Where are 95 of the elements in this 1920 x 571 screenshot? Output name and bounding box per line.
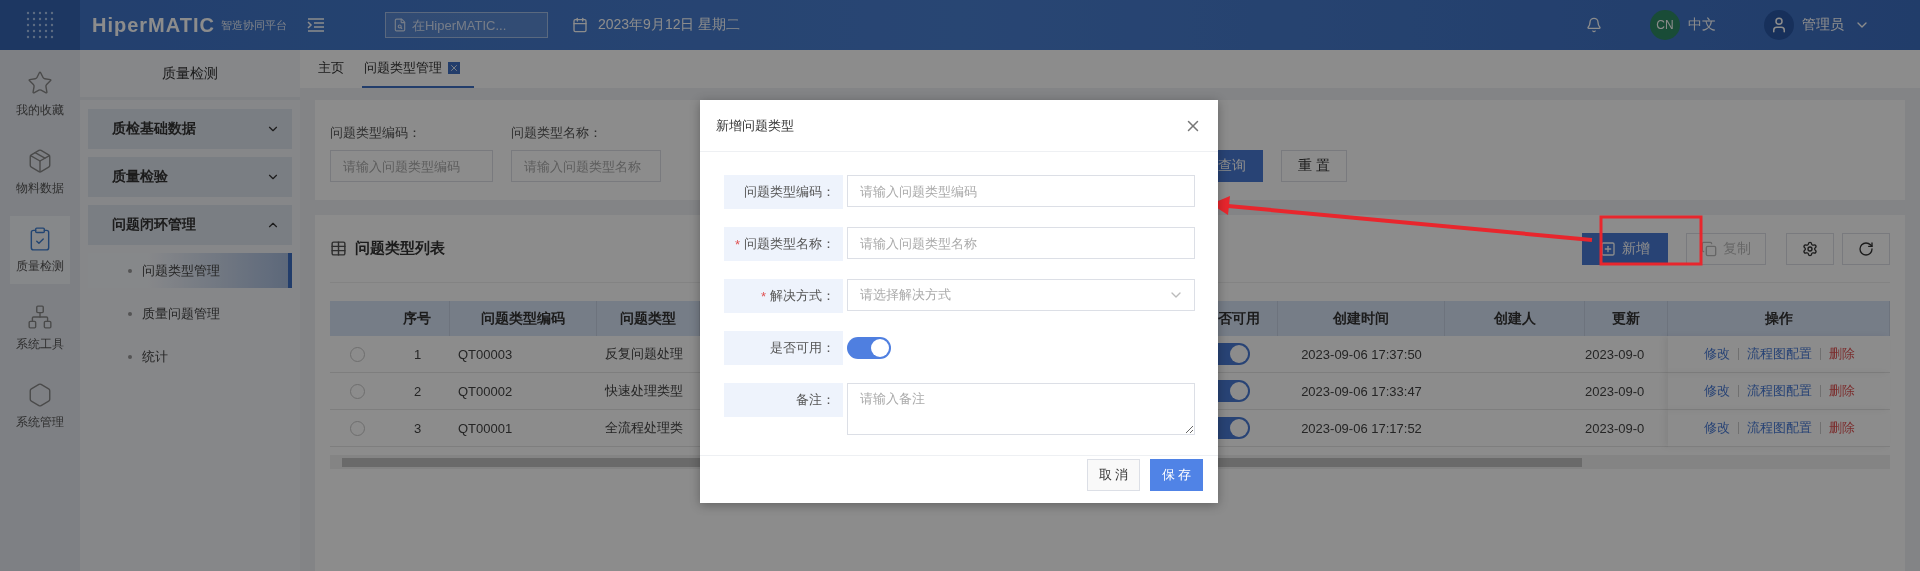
rail-item[interactable]: 物料数据	[10, 138, 70, 206]
add-button[interactable]: 新增	[1582, 232, 1668, 265]
calendar-icon	[571, 17, 588, 33]
network-icon	[27, 303, 53, 330]
brand-subtitle: 智造协同平台	[220, 17, 287, 33]
column-header: 问题类型	[597, 301, 700, 336]
table-cell: 2023-09-06 17:17:52	[1278, 410, 1445, 447]
refresh-button[interactable]	[1842, 232, 1890, 265]
column-header: 更新	[1585, 301, 1668, 336]
menu-item[interactable]: 质量问题管理	[88, 296, 292, 331]
menu-group-label: 质检基础数据	[112, 120, 196, 138]
language-label[interactable]: 中文	[1688, 16, 1716, 34]
input-field[interactable]: 请输入问题类型编码	[847, 175, 1195, 207]
settings-button[interactable]	[1786, 232, 1834, 265]
toggle-switch[interactable]	[1218, 380, 1250, 402]
table-cell: 2	[385, 373, 450, 410]
filter-label: 问题类型名称：	[511, 124, 603, 142]
column-header: 否可用	[1218, 301, 1278, 336]
delete-link[interactable]: 删除	[1828, 382, 1855, 400]
column-header: 操作	[1668, 301, 1890, 336]
table-cell: 2023-09-06 17:33:47	[1278, 373, 1445, 410]
toggle-switch[interactable]	[847, 337, 891, 359]
table-cell: QT00001	[450, 410, 597, 447]
toggle-switch[interactable]	[1218, 417, 1250, 439]
star-icon	[27, 69, 53, 96]
input-field[interactable]: 请输入问题类型名称	[847, 227, 1195, 259]
form-label: 备注：	[724, 383, 843, 417]
action-link[interactable]: 流程图配置	[1746, 382, 1812, 400]
form-label: 是否可用：	[724, 331, 843, 365]
action-link[interactable]: 修改	[1703, 382, 1730, 400]
dialog-title: 新增问题类型	[716, 116, 794, 135]
list-title: 问题类型列表	[355, 239, 445, 258]
menu-group-label: 问题闭环管理	[112, 216, 196, 234]
table-cell: QT00002	[450, 373, 597, 410]
menu-group[interactable]: 问题闭环管理	[88, 205, 292, 245]
search-icon	[392, 18, 407, 32]
menu-item[interactable]: 统计	[88, 339, 292, 374]
form-label-text: 解决方式：	[770, 287, 835, 305]
row-radio[interactable]	[350, 420, 365, 436]
notification-icon[interactable]	[1586, 17, 1602, 33]
menu-group-label: 质量检验	[112, 168, 168, 186]
row-radio[interactable]	[350, 346, 365, 362]
menu-group[interactable]: 质检基础数据	[88, 109, 292, 149]
settings-icon[interactable]	[1802, 240, 1818, 257]
column-header: 序号	[385, 301, 450, 336]
hexagon-icon	[27, 381, 53, 408]
table-cell: 2023-09-0	[1585, 336, 1668, 373]
action-link[interactable]: 修改	[1703, 345, 1730, 363]
close-icon[interactable]	[448, 62, 460, 74]
column-header: 创建时间	[1278, 301, 1445, 336]
delete-link[interactable]: 删除	[1828, 419, 1855, 437]
table-cell: 1	[385, 336, 450, 373]
refresh-icon[interactable]	[1858, 240, 1874, 257]
required-mark: *	[734, 236, 740, 252]
rail-item[interactable]: 质量检测	[10, 216, 70, 284]
brand-name: HiperMATIC	[92, 13, 215, 37]
table-cell: 3	[385, 410, 450, 447]
page-tab[interactable]: 主页	[316, 50, 358, 88]
table-cell: 2023-09-0	[1585, 373, 1668, 410]
toggle-switch[interactable]	[1218, 343, 1250, 365]
form-label: 问题类型编码：	[724, 175, 843, 209]
user-avatar[interactable]	[1764, 10, 1794, 40]
action-link[interactable]: 修改	[1703, 419, 1730, 437]
rail-item[interactable]: 系统管理	[10, 372, 70, 440]
delete-link[interactable]: 删除	[1828, 345, 1855, 363]
required-mark: *	[760, 288, 766, 304]
menu-group[interactable]: 质量检验	[88, 157, 292, 197]
reset-button[interactable]: 重 置	[1281, 150, 1347, 182]
table-cell: QT00003	[450, 336, 597, 373]
table-icon	[330, 240, 347, 257]
copy-icon	[1701, 240, 1717, 257]
form-label-text: 问题类型名称：	[744, 235, 835, 253]
logo-icon	[25, 10, 55, 40]
language-badge[interactable]: CN	[1650, 10, 1680, 40]
add-icon	[1600, 240, 1616, 257]
page-tab[interactable]: 问题类型管理	[362, 50, 474, 88]
user-name[interactable]: 管理员	[1802, 16, 1844, 34]
table-cell: 2023-09-0	[1585, 410, 1668, 447]
cancel-button[interactable]: 取 消	[1087, 458, 1140, 491]
rail-item[interactable]: 系统工具	[10, 294, 70, 362]
remark-field[interactable]: 请输入备注	[847, 383, 1195, 435]
table-cell: 2023-09-06 17:37:50	[1278, 336, 1445, 373]
menu-icon[interactable]	[306, 17, 325, 33]
select-field[interactable]: 请选择解决方式	[847, 279, 1195, 311]
action-link[interactable]: 流程图配置	[1746, 345, 1812, 363]
save-button[interactable]: 保 存	[1150, 458, 1203, 491]
current-date: 2023年9月12日 星期二	[597, 16, 741, 34]
select-placeholder: 请选择解决方式	[860, 286, 951, 304]
row-radio[interactable]	[350, 383, 365, 399]
action-link[interactable]: 流程图配置	[1746, 419, 1812, 437]
column-header: 创建人	[1445, 301, 1585, 336]
rail-item[interactable]: 我的收藏	[10, 60, 70, 128]
column-header: 问题类型编码	[450, 301, 597, 336]
filter-label: 问题类型编码：	[330, 124, 422, 142]
box-icon	[27, 147, 53, 174]
